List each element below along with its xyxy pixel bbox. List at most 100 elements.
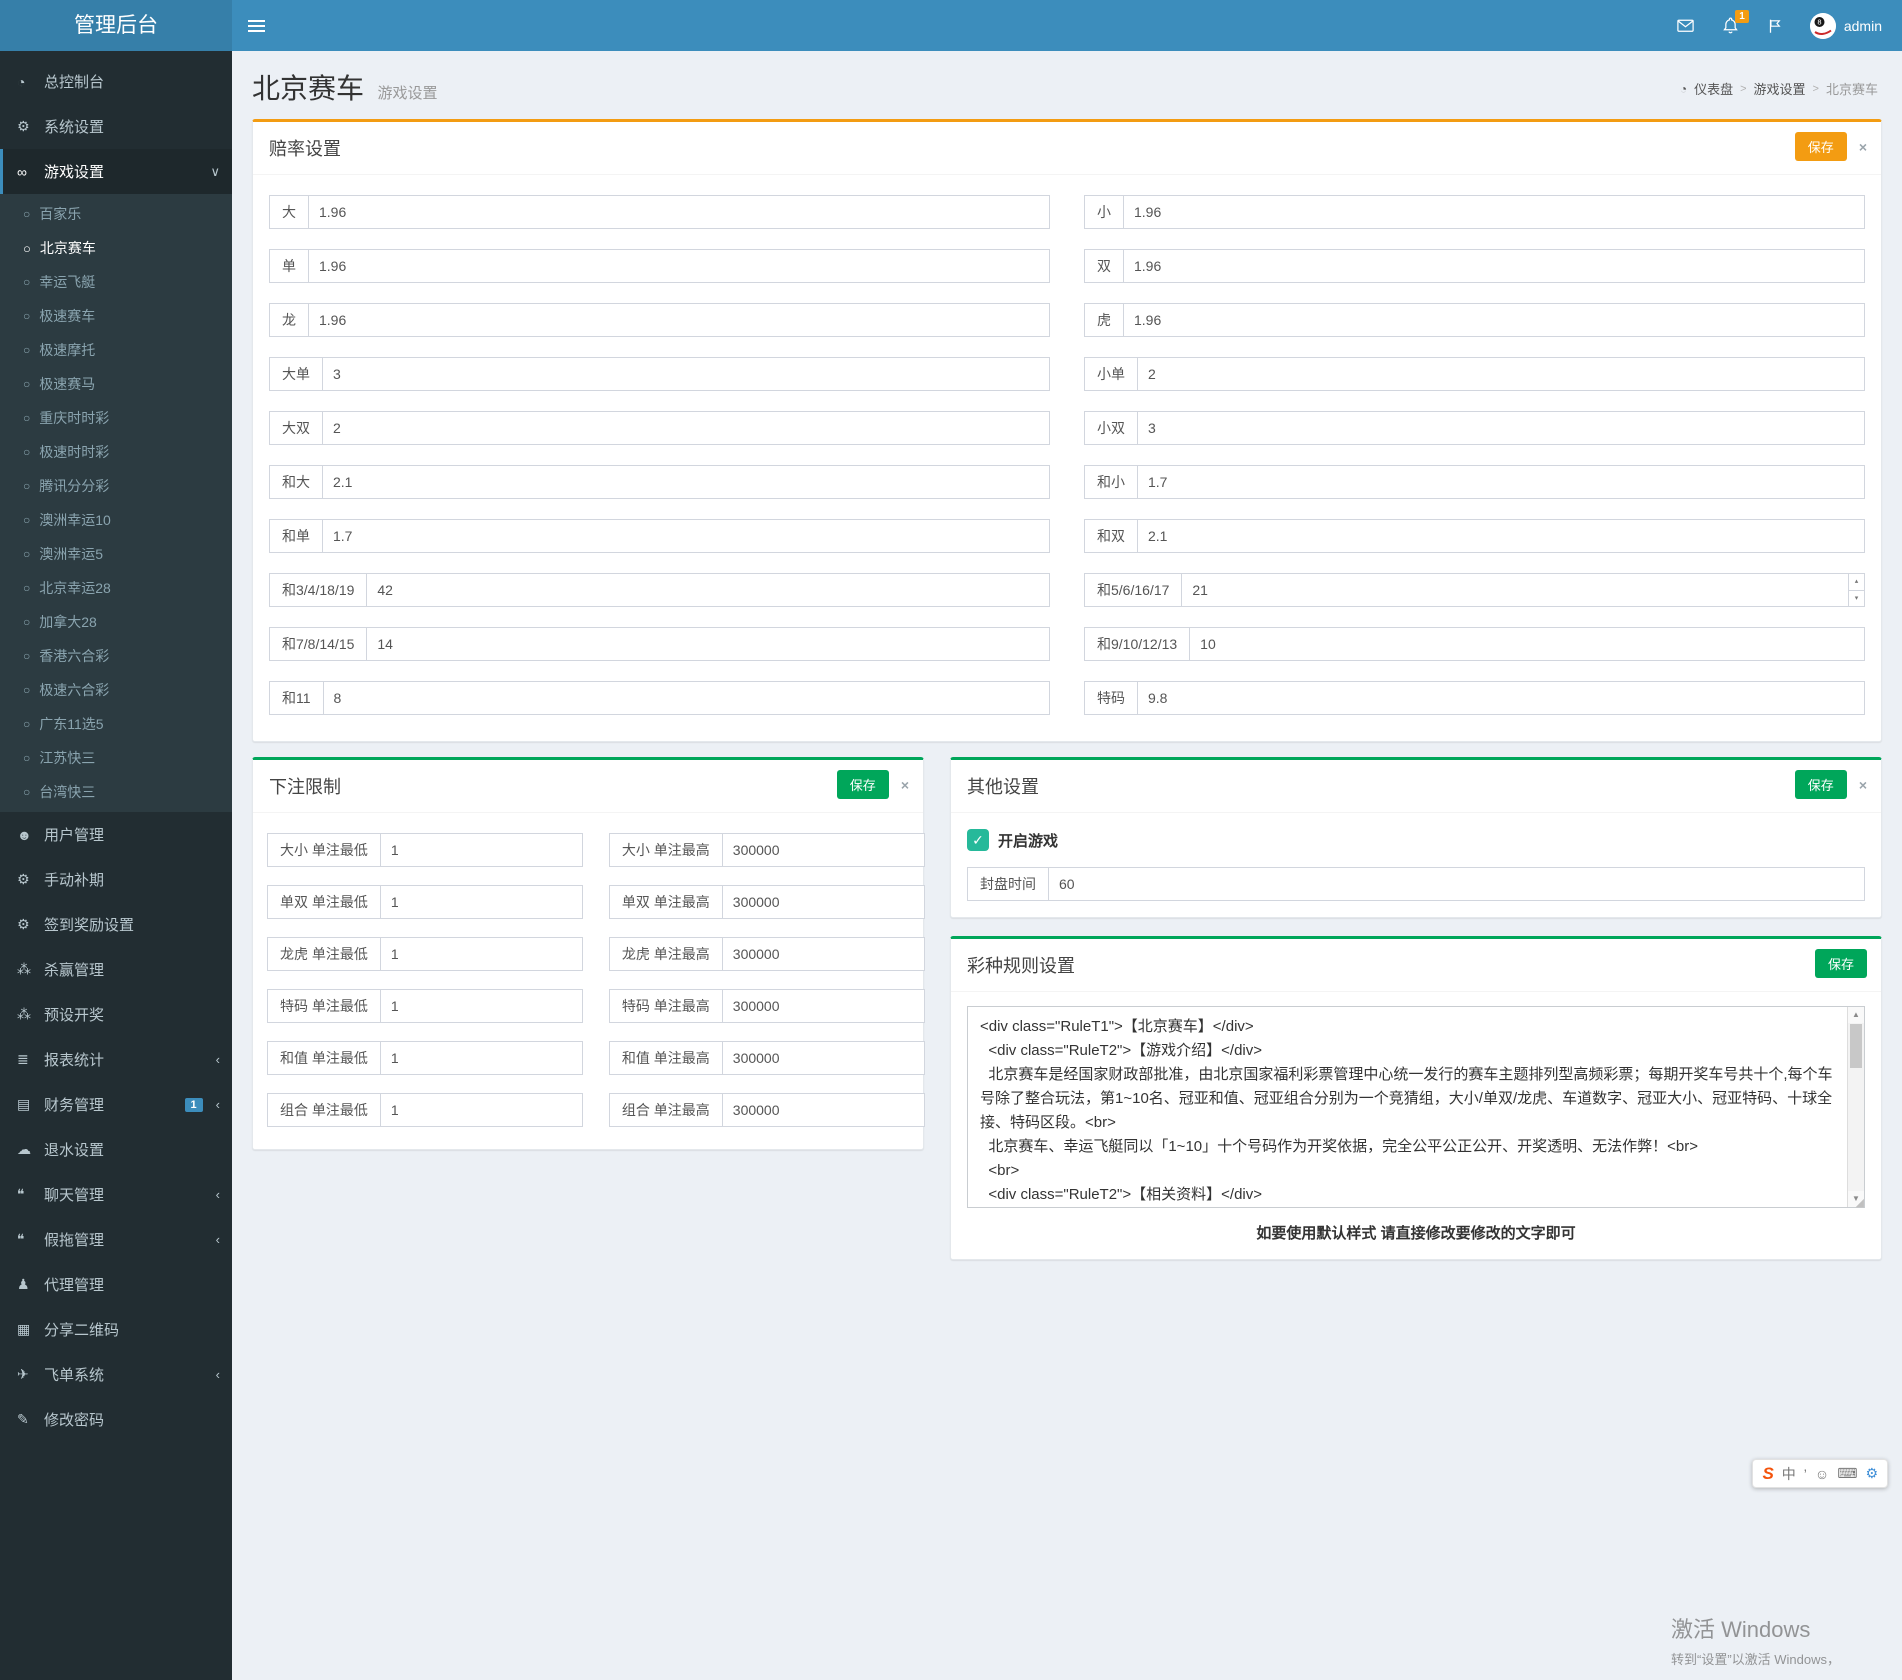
sidebar-subitem[interactable]: ○北京赛车: [0, 231, 232, 265]
close-time-input[interactable]: [1048, 867, 1865, 901]
sidebar-item[interactable]: ♟代理管理: [0, 1262, 232, 1307]
close-icon[interactable]: ×: [1859, 140, 1867, 154]
limit-min-input[interactable]: [380, 833, 583, 867]
odds-input[interactable]: [308, 249, 1050, 283]
odds-input[interactable]: [322, 357, 1050, 391]
sidebar-item[interactable]: ≣报表统计‹: [0, 1037, 232, 1082]
sidebar-subitem[interactable]: ○香港六合彩: [0, 639, 232, 673]
sidebar-subitem[interactable]: ○澳洲幸运5: [0, 537, 232, 571]
sidebar-subitem[interactable]: ○极速时时彩: [0, 435, 232, 469]
breadcrumb-link[interactable]: 仪表盘: [1694, 79, 1733, 98]
odds-input[interactable]: [1137, 465, 1865, 499]
app-logo[interactable]: 管理后台: [0, 0, 232, 51]
limit-max-input[interactable]: [722, 833, 925, 867]
odds-input[interactable]: [1123, 303, 1865, 337]
sidebar-item[interactable]: ▦分享二维码: [0, 1307, 232, 1352]
odds-input[interactable]: [1189, 627, 1865, 661]
sidebar-subitem[interactable]: ○重庆时时彩: [0, 401, 232, 435]
mail-icon[interactable]: [1676, 16, 1695, 35]
limit-max-input[interactable]: [722, 885, 925, 919]
scroll-up-icon[interactable]: ▲: [1848, 1007, 1864, 1023]
sidebar-item[interactable]: ☁退水设置: [0, 1127, 232, 1172]
limit-min-input[interactable]: [380, 989, 583, 1023]
ime-toolbar[interactable]: S 中 ’ ☺ ⌨ ⚙: [1752, 1459, 1888, 1488]
sidebar-item-label: 系统设置: [44, 116, 220, 137]
odds-input[interactable]: [322, 411, 1050, 445]
sidebar-item[interactable]: ❝假拖管理‹: [0, 1217, 232, 1262]
sidebar-subitem[interactable]: ○腾讯分分彩: [0, 469, 232, 503]
sidebar-subitem[interactable]: ○北京幸运28: [0, 571, 232, 605]
sidebar-item[interactable]: ⁂杀赢管理: [0, 947, 232, 992]
sidebar-subitem[interactable]: ○极速赛车: [0, 299, 232, 333]
odds-input[interactable]: [322, 465, 1050, 499]
breadcrumb-link[interactable]: 游戏设置: [1754, 79, 1806, 98]
sidebar-subitem[interactable]: ○加拿大28: [0, 605, 232, 639]
odds-input[interactable]: [1123, 195, 1865, 229]
odds-input[interactable]: [308, 303, 1050, 337]
rules-textarea[interactable]: <div class="RuleT1">【北京赛车】</div> <div cl…: [967, 1006, 1865, 1208]
scrollbar-thumb[interactable]: [1850, 1024, 1862, 1068]
sidebar-item[interactable]: ☻用户管理: [0, 812, 232, 857]
punctuation-icon[interactable]: ’: [1804, 1466, 1807, 1482]
hamburger-menu-icon[interactable]: [232, 0, 280, 51]
sidebar-item[interactable]: ▤财务管理1‹: [0, 1082, 232, 1127]
odds-input[interactable]: [1137, 357, 1865, 391]
odds-input[interactable]: [308, 195, 1050, 229]
limit-max-input[interactable]: [722, 989, 925, 1023]
scrollbar[interactable]: ▲ ▼: [1847, 1007, 1864, 1207]
odds-input[interactable]: [323, 681, 1050, 715]
sidebar-subitem[interactable]: ○极速六合彩: [0, 673, 232, 707]
sidebar-subitem[interactable]: ○澳洲幸运10: [0, 503, 232, 537]
sogou-logo-icon[interactable]: S: [1762, 1464, 1773, 1484]
sidebar-subitem[interactable]: ○幸运飞艇: [0, 265, 232, 299]
odds-input[interactable]: [366, 573, 1050, 607]
sidebar-item[interactable]: ✈飞单系统‹: [0, 1352, 232, 1397]
save-button[interactable]: 保存: [1795, 132, 1847, 161]
sidebar-subitem[interactable]: ○极速赛马: [0, 367, 232, 401]
odds-input[interactable]: [1123, 249, 1865, 283]
sidebar-item[interactable]: ◔总控制台: [0, 59, 232, 104]
odds-input[interactable]: [1137, 681, 1865, 715]
sidebar-subitem[interactable]: ○江苏快三: [0, 741, 232, 775]
spinner-up-icon[interactable]: ▴: [1849, 574, 1864, 591]
save-button[interactable]: 保存: [1815, 949, 1867, 978]
odds-input[interactable]: [1137, 519, 1865, 553]
odds-input[interactable]: [1181, 573, 1849, 607]
resize-grip-icon[interactable]: ◢: [1856, 1198, 1864, 1209]
user-menu[interactable]: 8 admin: [1810, 13, 1882, 39]
sidebar-item[interactable]: ❝聊天管理‹: [0, 1172, 232, 1217]
close-icon[interactable]: ×: [1859, 778, 1867, 792]
emoji-icon[interactable]: ☺: [1815, 1466, 1829, 1482]
limit-min-input[interactable]: [380, 937, 583, 971]
keyboard-icon[interactable]: ⌨: [1837, 1465, 1857, 1482]
sidebar-subitem[interactable]: ○广东11选5: [0, 707, 232, 741]
close-icon[interactable]: ×: [901, 778, 909, 792]
limit-min-input[interactable]: [380, 1041, 583, 1075]
odds-input[interactable]: [1137, 411, 1865, 445]
flag-icon[interactable]: [1766, 17, 1784, 35]
limit-min-input[interactable]: [380, 1093, 583, 1127]
sidebar-subitem[interactable]: ○百家乐: [0, 197, 232, 231]
sidebar-subitem[interactable]: ○极速摩托: [0, 333, 232, 367]
bell-icon[interactable]: 1: [1721, 16, 1740, 35]
limit-min-input[interactable]: [380, 885, 583, 919]
spinner-down-icon[interactable]: ▾: [1849, 591, 1864, 607]
limit-max-input[interactable]: [722, 1041, 925, 1075]
odds-input[interactable]: [322, 519, 1050, 553]
sidebar-subitem[interactable]: ○台湾快三: [0, 775, 232, 809]
limit-max-input[interactable]: [722, 937, 925, 971]
sidebar-item[interactable]: ⁂预设开奖: [0, 992, 232, 1037]
sidebar-item[interactable]: ⚙手动补期: [0, 857, 232, 902]
enable-game-checkbox[interactable]: ✓ 开启游戏: [967, 829, 1865, 851]
save-button[interactable]: 保存: [1795, 770, 1847, 799]
sidebar-item[interactable]: ∞游戏设置∨: [0, 149, 232, 194]
sidebar-item[interactable]: ⚙系统设置: [0, 104, 232, 149]
number-spinner[interactable]: ▴▾: [1848, 573, 1865, 607]
ime-toolbox-icon[interactable]: ⚙: [1865, 1465, 1878, 1482]
limit-max-input[interactable]: [722, 1093, 925, 1127]
sidebar-item[interactable]: ⚙签到奖励设置: [0, 902, 232, 947]
odds-input[interactable]: [366, 627, 1050, 661]
save-button[interactable]: 保存: [837, 770, 889, 799]
ime-language-mode[interactable]: 中: [1782, 1464, 1796, 1484]
sidebar-item[interactable]: ✎修改密码: [0, 1397, 232, 1442]
